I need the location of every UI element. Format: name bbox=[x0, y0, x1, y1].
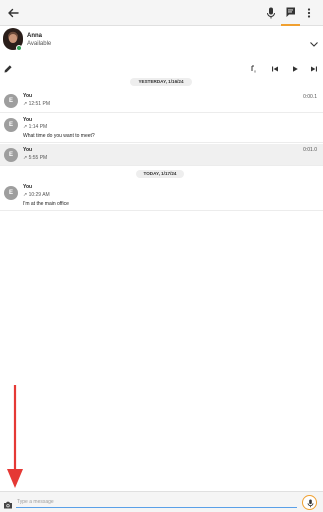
playback-speed-icon[interactable]: x bbox=[250, 61, 260, 79]
day-separator: TODAY, 1/17/24 bbox=[136, 170, 184, 178]
avatar: E bbox=[4, 118, 18, 132]
contact-status: Available bbox=[27, 41, 52, 47]
message-time: ↗ 12:51 PM bbox=[23, 101, 50, 107]
svg-text:x: x bbox=[254, 69, 256, 74]
playback-toolbar: x bbox=[0, 58, 323, 74]
mic-icon bbox=[307, 499, 314, 508]
message-item[interactable]: E You ↗ 12:51 PM 0:00.1 bbox=[0, 88, 323, 113]
pencil-icon[interactable] bbox=[3, 61, 13, 79]
tab-indicator bbox=[281, 24, 300, 26]
play-icon[interactable] bbox=[290, 61, 300, 79]
arrow-back-icon[interactable] bbox=[5, 5, 21, 21]
skip-next-icon[interactable] bbox=[309, 61, 319, 79]
camera-icon[interactable] bbox=[3, 497, 13, 512]
avatar: E bbox=[4, 94, 18, 108]
message-text: I'm at the main office bbox=[23, 201, 69, 207]
message-input[interactable] bbox=[16, 496, 297, 508]
chat-icon bbox=[286, 7, 295, 17]
tab-messages[interactable] bbox=[281, 0, 300, 26]
presence-indicator bbox=[16, 45, 22, 51]
avatar: E bbox=[4, 148, 18, 162]
app-bar bbox=[0, 0, 323, 26]
annotation-arrow bbox=[7, 385, 23, 488]
message-text: What time do you want to meet? bbox=[23, 133, 95, 139]
message-item-selected[interactable]: E You ↗ 5:55 PM 0:01.0 bbox=[0, 144, 323, 166]
message-time: ↗ 1:14 PM bbox=[23, 124, 48, 130]
message-sender: You bbox=[23, 184, 33, 190]
compose-mic-button[interactable] bbox=[302, 495, 317, 510]
mic-icon[interactable] bbox=[264, 5, 278, 21]
contact-name: Anna bbox=[27, 33, 42, 39]
more-vert-icon[interactable] bbox=[303, 5, 315, 21]
message-time: ↗ 5:55 PM bbox=[23, 155, 48, 161]
message-sender: You bbox=[23, 147, 33, 153]
day-separator: YESTERDAY, 1/16/24 bbox=[130, 78, 192, 86]
message-item[interactable]: E You ↗ 1:14 PM What time do you want to… bbox=[0, 114, 323, 143]
message-item[interactable]: E You ↗ 10:29 AM I'm at the main office bbox=[0, 181, 323, 211]
contact-header[interactable]: Anna Available bbox=[0, 27, 323, 55]
message-sender: You bbox=[23, 117, 33, 123]
avatar: E bbox=[4, 186, 18, 200]
message-sender: You bbox=[23, 93, 33, 99]
chevron-down-icon[interactable] bbox=[309, 35, 319, 47]
audio-duration: 0:01.0 bbox=[303, 147, 317, 153]
audio-duration: 0:00.1 bbox=[303, 94, 317, 100]
message-composer bbox=[0, 491, 323, 512]
skip-previous-icon[interactable] bbox=[270, 61, 280, 79]
message-time: ↗ 10:29 AM bbox=[23, 192, 50, 198]
ptt-conversation-screen: Anna Available x YESTERDAY, 1/16/24 E Yo… bbox=[0, 0, 323, 512]
